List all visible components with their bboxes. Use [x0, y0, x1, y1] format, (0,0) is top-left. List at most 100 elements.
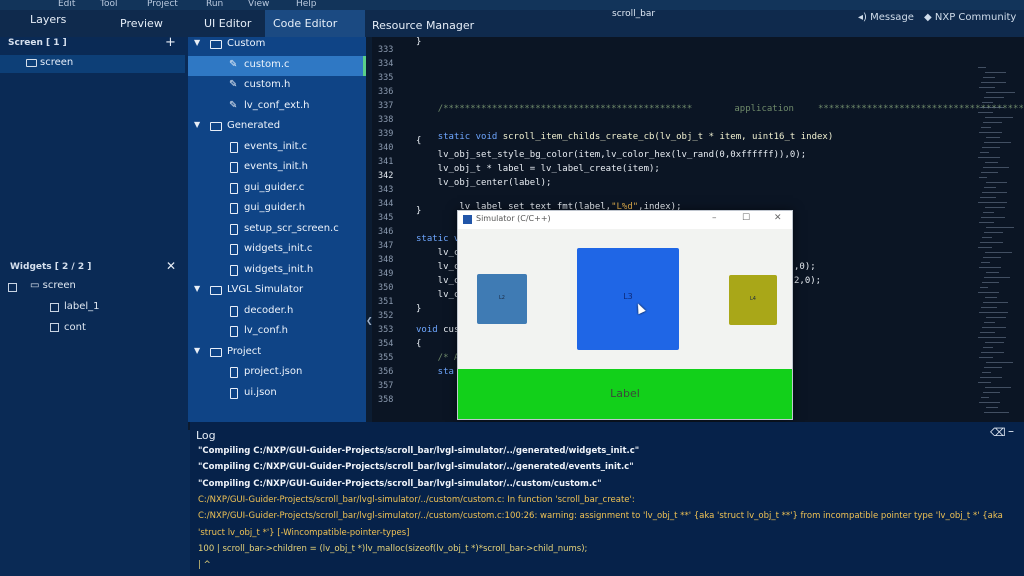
- folder-icon: [210, 347, 222, 357]
- scroll-item-l4[interactable]: L4: [729, 275, 777, 325]
- code-line-346: static v: [416, 234, 460, 244]
- minimap-line: [986, 182, 1007, 183]
- tree-file[interactable]: project.json: [188, 363, 366, 383]
- line-number: 337: [378, 101, 394, 111]
- minimap-line: [978, 202, 1007, 203]
- minimap-line: [986, 407, 998, 408]
- tree-folder[interactable]: ▼ Generated: [188, 117, 366, 137]
- tree-item-label: events_init.h: [244, 161, 309, 172]
- tree-file[interactable]: gui_guider.h: [188, 199, 366, 219]
- minimap-line: [985, 297, 997, 298]
- tree-folder[interactable]: ▼ LVGL Simulator: [188, 281, 366, 301]
- tree-file[interactable]: ✎ custom.h: [188, 76, 366, 96]
- add-screen-button[interactable]: +: [165, 35, 176, 50]
- chevron-down-icon[interactable]: ▼: [194, 38, 200, 47]
- chevron-down-icon[interactable]: ▼: [194, 346, 200, 355]
- simulator-window[interactable]: Simulator (C/C++) – ☐ ✕ L2 L3 L4 Label: [457, 210, 793, 420]
- code-line-349-end: 2,0);: [794, 276, 822, 286]
- line-number: 342: [378, 171, 394, 181]
- tab-preview[interactable]: Preview: [112, 10, 171, 37]
- close-button[interactable]: ✕: [774, 213, 782, 223]
- minimap-line: [982, 282, 999, 283]
- tab-resource-manager[interactable]: Resource Manager: [364, 12, 482, 39]
- tab-layers[interactable]: Layers: [22, 6, 74, 33]
- tree-item-label: widgets_init.h: [244, 263, 314, 275]
- simulator-screen[interactable]: L2 L3 L4 Label: [458, 229, 792, 419]
- scroll-item-l3[interactable]: L3: [577, 248, 679, 350]
- edited-file-icon: ✎: [229, 58, 238, 70]
- maximize-button[interactable]: ☐: [742, 213, 750, 223]
- tree-file[interactable]: decoder.h: [188, 302, 366, 322]
- file-icon: [230, 387, 238, 399]
- minimap-line: [985, 387, 1011, 388]
- tree-folder[interactable]: ▼ Project: [188, 343, 366, 363]
- tree-file[interactable]: events_init.h: [188, 158, 366, 178]
- scroll-item-l2[interactable]: L2: [477, 274, 527, 324]
- minimap-line: [983, 122, 1002, 123]
- line-number: 334: [378, 59, 394, 69]
- monitor-icon: ▭: [30, 280, 40, 291]
- tree-file[interactable]: ✎ custom.c: [188, 55, 366, 76]
- label-1: Label: [610, 387, 640, 400]
- tab-ui-editor[interactable]: UI Editor: [196, 10, 259, 37]
- minimap-line: [986, 227, 1014, 228]
- screen-list-item[interactable]: screen: [0, 55, 185, 73]
- file-icon: [230, 305, 238, 317]
- file-icon: [230, 244, 238, 255]
- line-number: 338: [378, 115, 394, 125]
- log-line: "Compiling C:/NXP/GUI-Guider-Projects/sc…: [198, 462, 634, 473]
- tree-item-label: Custom: [227, 38, 266, 49]
- minimize-button[interactable]: –: [712, 213, 717, 223]
- tree-file[interactable]: ✎ lv_conf_ext.h: [188, 97, 366, 117]
- menu-view[interactable]: View: [248, 0, 269, 9]
- chevron-down-icon[interactable]: ▼: [194, 120, 200, 129]
- code-line-336: /***************************************…: [437, 104, 1024, 114]
- code-minimap[interactable]: [978, 37, 1018, 422]
- tree-folder[interactable]: ▼ Custom: [188, 35, 366, 55]
- line-number: 350: [378, 283, 394, 293]
- line-number: 348: [378, 255, 394, 265]
- minimap-line: [979, 87, 995, 88]
- minimap-line: [984, 277, 1010, 278]
- left-panel-lower: [0, 430, 190, 576]
- code-line-354: {: [416, 339, 422, 349]
- tree-file[interactable]: events_init.c: [188, 138, 366, 158]
- code-line-353: void cus: [416, 325, 460, 335]
- chevron-down-icon[interactable]: ▼: [194, 284, 200, 293]
- tab-code-editor[interactable]: Code Editor: [265, 10, 365, 37]
- tree-file[interactable]: setup_scr_screen.c: [188, 220, 366, 240]
- menu-help[interactable]: Help: [296, 0, 317, 9]
- code-line-333: }: [416, 37, 422, 47]
- widget-tree-label-1[interactable]: label_1: [64, 301, 100, 312]
- file-icon: [230, 141, 238, 153]
- menu-project[interactable]: Project: [147, 0, 178, 9]
- line-number: 340: [378, 143, 394, 153]
- line-number: 344: [378, 199, 394, 209]
- minimize-log-icon[interactable]: –: [1008, 424, 1014, 438]
- tree-file[interactable]: widgets_init.c: [188, 240, 366, 260]
- clear-log-icon[interactable]: ⌫: [990, 426, 1006, 439]
- log-line: "Compiling C:/NXP/GUI-Guider-Projects/sc…: [198, 478, 602, 489]
- community-link[interactable]: ◆ NXP Community: [924, 12, 1016, 23]
- collapse-box-icon[interactable]: [8, 283, 17, 292]
- minimap-line: [984, 97, 1004, 98]
- tree-file[interactable]: lv_conf.h: [188, 322, 366, 342]
- log-line: 100 | scroll_bar->children = (lv_obj_t *…: [198, 543, 588, 554]
- tree-file[interactable]: widgets_init.h: [188, 261, 366, 281]
- collapse-widgets-icon[interactable]: ✕: [166, 259, 176, 273]
- menu-run[interactable]: Run: [206, 0, 223, 9]
- message-link[interactable]: ◂) Message: [858, 12, 914, 23]
- menu-tool[interactable]: Tool: [100, 0, 117, 9]
- minimap-line: [986, 317, 1006, 318]
- code-line-355: /* A: [416, 353, 460, 363]
- line-number: 352: [378, 311, 394, 321]
- tree-file[interactable]: gui_guider.c: [188, 179, 366, 199]
- minimap-line: [981, 307, 997, 308]
- widget-tree-screen[interactable]: ▭ screen: [30, 280, 76, 291]
- screen-panel-header: Screen [ 1 ]: [8, 38, 67, 48]
- tree-file[interactable]: ui.json: [188, 384, 366, 404]
- message-icon: ◂): [858, 12, 867, 23]
- code-line-348: lv_c: [416, 262, 460, 272]
- minimap-line: [986, 137, 1000, 138]
- widget-tree-cont[interactable]: cont: [64, 322, 86, 333]
